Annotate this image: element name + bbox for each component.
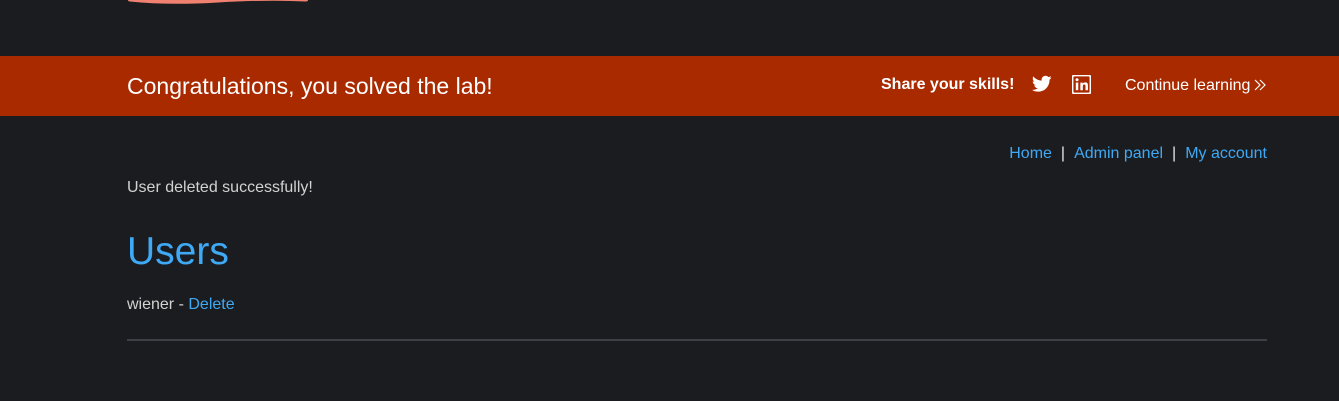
page-title: Users — [127, 230, 229, 273]
top-nav: Home | Admin panel | My account — [1009, 145, 1267, 163]
continue-learning-label: Continue learning — [1125, 77, 1251, 94]
solved-banner: Congratulations, you solved the lab! Sha… — [0, 56, 1339, 116]
header-strip — [0, 0, 1339, 56]
delete-user-link[interactable]: Delete — [188, 296, 234, 313]
divider — [127, 339, 1267, 341]
continue-learning-link[interactable]: Continue learning — [1125, 56, 1267, 116]
list-item: wiener - Delete — [127, 296, 235, 314]
twitter-icon[interactable] — [1031, 75, 1052, 95]
nav-home-link[interactable]: Home — [1009, 145, 1052, 162]
status-message: User deleted successfully! — [127, 179, 313, 196]
share-label: Share your skills! — [881, 76, 1015, 93]
nav-separator: | — [1060, 145, 1066, 162]
nav-my-account-link[interactable]: My account — [1185, 145, 1267, 162]
banner-title: Congratulations, you solved the lab! — [127, 73, 493, 99]
nav-admin-panel-link[interactable]: Admin panel — [1074, 145, 1163, 162]
double-chevron-right-icon — [1254, 57, 1267, 91]
user-separator: - — [174, 296, 189, 313]
linkedin-icon[interactable] — [1071, 74, 1092, 95]
user-name: wiener — [127, 296, 175, 313]
logo — [128, 0, 308, 4]
nav-separator: | — [1172, 145, 1177, 162]
